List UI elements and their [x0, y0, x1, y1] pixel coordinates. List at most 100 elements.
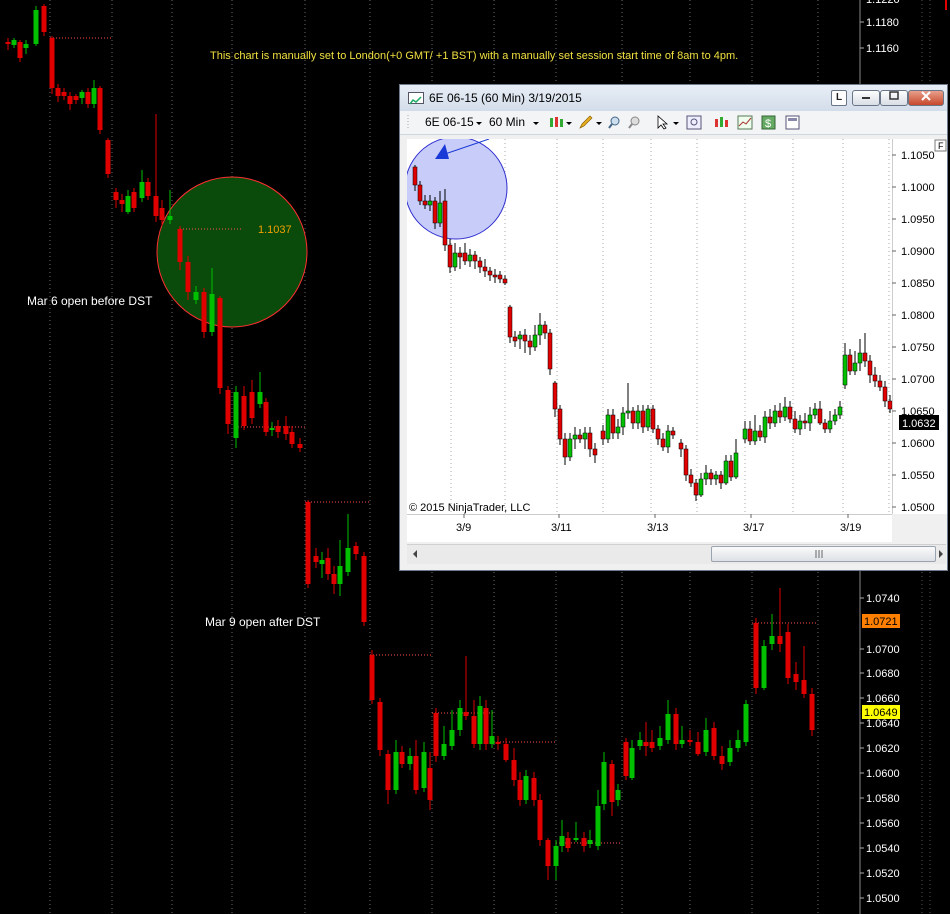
- down-candle: [472, 254, 478, 262]
- up-candle: [761, 646, 767, 688]
- price-tick-label: 1.0520: [866, 868, 900, 880]
- up-candle: [837, 406, 843, 416]
- strategies-icon[interactable]: [737, 115, 753, 130]
- draw-chevron-down-icon[interactable]: [594, 115, 604, 130]
- scroll-left-icon[interactable]: [411, 549, 419, 559]
- down-candle: [630, 410, 636, 424]
- up-candle: [421, 752, 427, 788]
- down-candle: [537, 800, 543, 840]
- down-candle: [687, 740, 693, 742]
- interval-selector[interactable]: 60 Min: [489, 115, 525, 130]
- close-button[interactable]: [908, 90, 944, 106]
- down-candle: [297, 444, 303, 448]
- down-candle: [225, 390, 231, 424]
- chart-style-icon[interactable]: [548, 115, 564, 130]
- zoom-in-icon[interactable]: [606, 115, 622, 130]
- up-candle: [703, 730, 709, 752]
- cursor-icon[interactable]: [655, 115, 671, 130]
- indicators-icon[interactable]: [713, 115, 729, 130]
- down-candle: [522, 334, 528, 342]
- price-tick-label: 1.0900: [901, 246, 935, 258]
- up-candle: [827, 420, 833, 430]
- interval-chevron-down-icon[interactable]: [531, 115, 541, 130]
- window-title-bar[interactable]: 6E 06-15 (60 Min) 3/19/2015 L: [400, 85, 947, 112]
- down-candle: [313, 556, 319, 562]
- down-candle: [85, 92, 91, 104]
- scroll-right-icon[interactable]: [937, 549, 945, 559]
- chart-style-chevron-down-icon[interactable]: [564, 115, 574, 130]
- down-candle: [683, 448, 689, 476]
- down-candle: [581, 838, 587, 846]
- up-candle: [23, 44, 29, 48]
- up-candle: [537, 324, 543, 336]
- circle-price-label: 1.1037: [258, 224, 292, 236]
- chart-window[interactable]: 6E 06-15 (60 Min) 3/19/2015 L 6E 06-15 6…: [399, 84, 948, 571]
- instrument-selector[interactable]: 6E 06-15: [425, 115, 474, 130]
- up-candle: [91, 88, 97, 104]
- scroll-thumb[interactable]: [711, 546, 936, 562]
- down-candle: [785, 632, 791, 678]
- down-candle: [711, 728, 717, 756]
- up-candle: [467, 254, 473, 262]
- pencil-icon[interactable]: [578, 115, 594, 130]
- up-candle: [727, 748, 733, 762]
- price-badge-yellow-text: 1.0649: [864, 707, 898, 719]
- up-candle: [635, 410, 641, 424]
- up-candle: [852, 362, 858, 372]
- price-tick-label: 1.0550: [901, 470, 935, 482]
- zoom-out-icon[interactable]: [626, 115, 642, 130]
- down-candle: [427, 768, 433, 800]
- down-candle: [867, 360, 873, 376]
- dollar-icon[interactable]: $: [761, 115, 777, 130]
- up-candle: [698, 478, 704, 496]
- data-box-icon[interactable]: [686, 115, 702, 130]
- down-candle: [708, 472, 714, 480]
- down-candle: [502, 278, 508, 284]
- down-candle: [592, 448, 598, 456]
- down-candle: [565, 838, 571, 848]
- down-candle: [517, 780, 523, 800]
- maximize-button[interactable]: [880, 90, 908, 106]
- up-candle: [807, 414, 813, 424]
- up-candle: [665, 430, 671, 448]
- cursor-chevron-down-icon[interactable]: [671, 115, 681, 130]
- time-axis: 3/9 3/11 3/13 3/17 3/19: [407, 514, 892, 542]
- link-button[interactable]: L: [831, 90, 847, 106]
- down-candle: [719, 756, 725, 764]
- down-candle: [67, 96, 73, 104]
- horizontal-scrollbar[interactable]: [407, 544, 946, 564]
- down-candle: [673, 714, 679, 744]
- down-candle: [718, 474, 724, 484]
- up-candle: [812, 408, 818, 416]
- instrument-chevron-down-icon[interactable]: [474, 115, 484, 130]
- down-candle: [882, 386, 888, 402]
- down-candle: [487, 270, 493, 276]
- up-candle: [713, 474, 719, 480]
- up-candle: [842, 354, 848, 386]
- price-tick-label: 1.0740: [866, 593, 900, 605]
- minimize-button[interactable]: [852, 90, 880, 106]
- up-candle: [572, 434, 578, 440]
- price-tick-label: 1.0680: [866, 668, 900, 680]
- price-tick-label: 1.0850: [901, 278, 935, 290]
- properties-icon[interactable]: [785, 115, 801, 130]
- down-candle: [17, 42, 23, 58]
- price-axis: F 1.1050 1.1000 1.0950 1.0900 1.0850 1.0800 1.…: [892, 139, 947, 514]
- label-mar6-open: Mar 6 open before DST: [27, 294, 153, 308]
- down-candle: [61, 92, 67, 96]
- down-candle: [650, 408, 656, 430]
- down-candle: [600, 430, 606, 440]
- toolbar-grip-icon: [407, 115, 409, 130]
- down-candle: [55, 88, 61, 96]
- up-candle: [832, 414, 838, 422]
- down-candle: [442, 200, 448, 246]
- up-candle: [257, 392, 263, 404]
- annotation-top: This chart is manually set to London(+0 …: [210, 50, 738, 62]
- up-candle: [601, 762, 607, 804]
- up-candle: [723, 460, 729, 484]
- down-candle: [809, 694, 815, 730]
- time-tick-label: 3/13: [647, 522, 668, 534]
- down-candle: [695, 742, 701, 754]
- down-candle: [399, 752, 405, 764]
- chart-plot-area[interactable]: © 2015 NinjaTrader, LLC: [407, 139, 892, 514]
